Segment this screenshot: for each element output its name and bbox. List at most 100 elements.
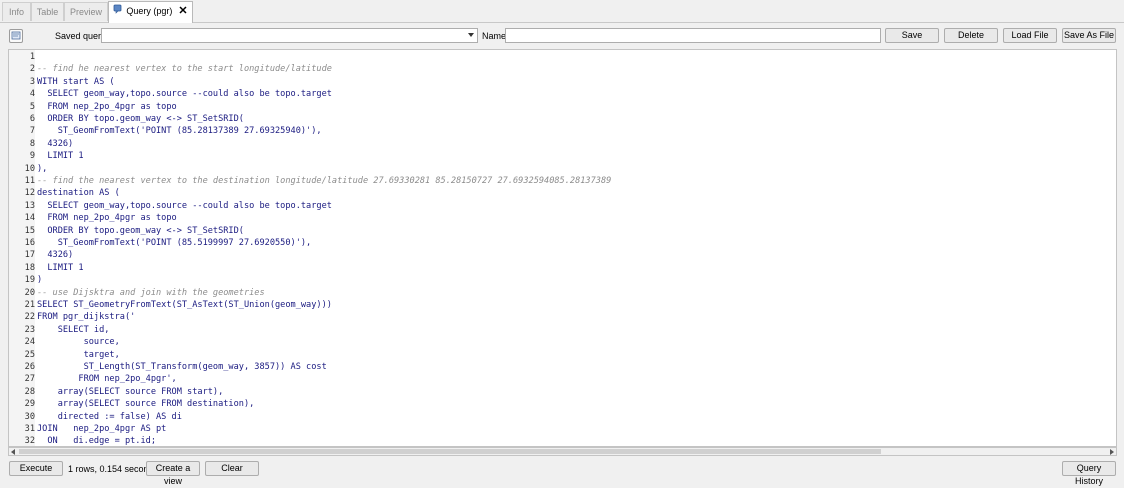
code-line: 8 4326)	[9, 138, 1109, 150]
line-number: 24	[24, 337, 35, 348]
code-text: ),	[37, 163, 48, 174]
code-line: 6 ORDER BY topo.geom_way <-> ST_SetSRID(	[9, 113, 1109, 125]
scroll-left-icon[interactable]	[11, 449, 15, 455]
scroll-right-icon[interactable]	[1110, 449, 1114, 455]
line-number: 32	[24, 436, 35, 447]
code-line: 9 LIMIT 1	[9, 150, 1109, 162]
code-line: 19)	[9, 274, 1109, 286]
code-text: directed := false) AS di	[37, 411, 182, 422]
tab-label: Preview	[69, 7, 102, 17]
chevron-down-icon	[468, 33, 474, 37]
code-line: 10),	[9, 163, 1109, 175]
code-text: FROM nep_2po_4pgr as topo	[37, 213, 177, 224]
save-as-file-button[interactable]: Save As File	[1062, 28, 1116, 43]
line-number: 4	[29, 89, 35, 100]
code-text: SELECT id,	[37, 324, 110, 335]
code-line: 2 -- find he nearest vertex to the start …	[9, 63, 1109, 75]
query-toolbar: Saved query Name Save Delete Load File S…	[0, 26, 1124, 48]
clear-button[interactable]: Clear	[205, 461, 259, 476]
line-number: 9	[29, 151, 35, 162]
line-number: 26	[24, 362, 35, 372]
line-number: 6	[29, 114, 35, 124]
line-number: 29	[24, 399, 35, 410]
code-line: 1	[9, 51, 1109, 63]
line-number: 15	[24, 225, 35, 236]
code-line: 18 LIMIT 1	[9, 262, 1109, 274]
tab-preview[interactable]: Preview	[64, 2, 108, 21]
code-line: 31 JOIN nep_2po_4pgr AS pt	[9, 423, 1109, 435]
line-number: 5	[29, 101, 35, 112]
code-text: -- find he nearest vertex to the start l…	[37, 64, 332, 75]
code-line: 29 array(SELECT source FROM destination)…	[9, 398, 1109, 410]
code-line: 5 FROM nep_2po_4pgr as topo	[9, 101, 1109, 113]
close-icon[interactable]: ✕	[178, 2, 187, 21]
code-line: 32 ON di.edge = pt.id;	[9, 435, 1109, 447]
code-line: 12 destination AS (	[9, 187, 1109, 199]
code-text: array(SELECT source FROM start),	[37, 386, 224, 397]
code-text: ST_GeomFromText('POINT (85.28137389 27.6…	[37, 126, 322, 137]
tab-label: Query (pgr)	[126, 6, 173, 16]
code-line: 14 FROM nep_2po_4pgr as topo	[9, 212, 1109, 224]
line-number: 25	[24, 349, 35, 360]
code-text: FROM nep_2po_4pgr',	[37, 374, 177, 385]
line-number: 3	[29, 76, 35, 87]
code-text: ST_GeomFromText('POINT (85.5199997 27.69…	[37, 238, 312, 248]
name-label: Name	[482, 31, 507, 41]
code-text: 4326)	[37, 250, 74, 261]
code-line: 22 FROM pgr_dijkstra('	[9, 311, 1109, 323]
code-line: 25 target,	[9, 349, 1109, 361]
code-text: target,	[37, 349, 120, 360]
line-number: 13	[24, 200, 35, 211]
code-text: array(SELECT source FROM destination),	[37, 399, 255, 410]
query-icon	[113, 2, 123, 21]
line-number: 18	[24, 262, 35, 273]
saved-query-select[interactable]	[101, 28, 478, 43]
line-number: 1	[29, 52, 35, 62]
line-number: 11	[24, 176, 35, 186]
line-number: 8	[29, 138, 35, 149]
line-number: 23	[24, 324, 35, 335]
code-line: 17 4326)	[9, 249, 1109, 261]
horizontal-scrollbar[interactable]	[8, 447, 1117, 456]
line-number: 22	[24, 312, 35, 323]
code-line: 27 FROM nep_2po_4pgr',	[9, 373, 1109, 385]
save-button[interactable]: Save	[885, 28, 939, 43]
tab-query[interactable]: Query (pgr) ✕	[108, 1, 193, 23]
line-number: 10	[24, 163, 35, 174]
code-text: FROM nep_2po_4pgr as topo	[37, 101, 177, 112]
code-text: FROM pgr_dijkstra('	[37, 312, 136, 323]
execute-button[interactable]: Execute	[9, 461, 63, 476]
name-input[interactable]	[505, 28, 881, 43]
query-history-button[interactable]: Query History	[1062, 461, 1116, 486]
status-text: 1 rows, 0.154 seconds	[68, 464, 159, 474]
code-text: ON di.edge = pt.id;	[37, 436, 156, 447]
code-line: 15 ORDER BY topo.geom_way <-> ST_SetSRID…	[9, 225, 1109, 237]
code-text: -- find the nearest vertex to the destin…	[37, 176, 612, 186]
tab-label: Info	[8, 7, 24, 17]
sql-editor[interactable]: 1 2 -- find he nearest vertex to the start…	[8, 49, 1117, 447]
code-line: 16 ST_GeomFromText('POINT (85.5199997 27…	[9, 237, 1109, 249]
sql-builder-icon[interactable]	[9, 29, 23, 43]
code-text: LIMIT 1	[37, 262, 84, 273]
tab-table[interactable]: Table	[31, 2, 64, 21]
line-number: 17	[24, 250, 35, 261]
code-text: destination AS (	[37, 188, 120, 199]
tab-bar: Info Table Preview Query (pgr) ✕	[0, 0, 1124, 23]
line-number: 31	[24, 424, 35, 434]
code-text: source,	[37, 337, 120, 348]
tab-info[interactable]: Info	[2, 2, 31, 21]
code-text: )	[37, 275, 43, 286]
execute-bar: Execute 1 rows, 0.154 seconds Create a v…	[0, 460, 1124, 486]
saved-query-label: Saved query	[55, 31, 106, 41]
load-file-button[interactable]: Load File	[1003, 28, 1057, 43]
line-number: 30	[24, 411, 35, 422]
code-text: JOIN nep_2po_4pgr AS pt	[37, 424, 167, 434]
code-text: ORDER BY topo.geom_way <-> ST_SetSRID(	[37, 114, 244, 124]
create-view-button[interactable]: Create a view	[146, 461, 200, 486]
code-text: SELECT geom_way,topo.source --could also…	[37, 200, 332, 211]
code-line: 11 -- find the nearest vertex to the dest…	[9, 175, 1109, 187]
code-text: SELECT ST_GeometryFromText(ST_AsText(ST_…	[37, 300, 332, 310]
code-text: -- use Dijsktra and join with the geomet…	[37, 287, 265, 298]
delete-button[interactable]: Delete	[944, 28, 998, 43]
scrollbar-thumb[interactable]	[19, 449, 881, 454]
